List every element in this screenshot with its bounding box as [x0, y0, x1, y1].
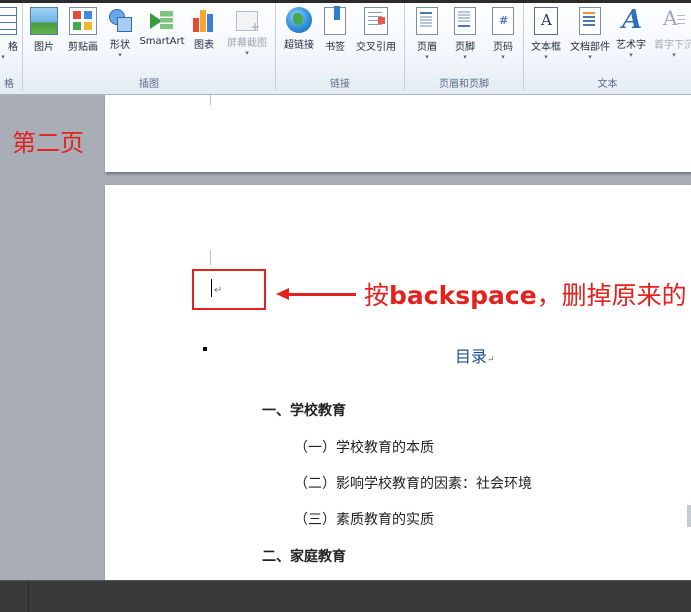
toc-entry[interactable]: 一、学校教育	[262, 400, 691, 420]
instruction-prefix: 按	[364, 281, 390, 310]
page-number-button[interactable]: 页码 ▾	[485, 7, 521, 61]
paragraph-mark: ↵	[487, 355, 495, 365]
previous-page[interactable]	[105, 95, 691, 172]
shapes-icon	[107, 7, 133, 33]
second-page-annotation: 第二页	[12, 129, 84, 157]
clipart-button[interactable]: 剪贴画	[63, 7, 103, 53]
table-button[interactable]: 格 ▾	[0, 7, 18, 61]
arrow-line	[288, 293, 356, 296]
dropdown-arrow-icon: ▾	[245, 49, 249, 57]
ribbon-group-table: 格 ▾ 格	[0, 3, 23, 91]
toc-entry-text: 二、家庭教育	[262, 546, 346, 566]
toc-entry[interactable]: 二、家庭教育	[262, 546, 691, 566]
toc-title-text: 目录	[455, 347, 488, 366]
page-number-icon	[492, 7, 514, 35]
table-icon	[0, 7, 17, 35]
dropdown-arrow-icon: ▾	[588, 53, 592, 61]
dropdown-arrow-icon: ▾	[1, 53, 5, 61]
toc-entry-text: 一、学校教育	[262, 400, 346, 420]
hyperlink-button[interactable]: 超链接	[278, 7, 320, 51]
group-label-illustrations: 插图	[139, 79, 159, 90]
cursor-highlight-box	[192, 269, 266, 310]
smartart-icon	[149, 7, 175, 33]
footer-button[interactable]: 页脚 ▾	[447, 7, 483, 61]
toc-entry[interactable]: （一）学校教育的本质	[294, 437, 691, 457]
dropdown-arrow-icon: ▾	[425, 53, 429, 61]
hyperlink-icon	[286, 7, 312, 33]
toc-title[interactable]: 目录↵	[455, 343, 495, 367]
status-bar	[0, 580, 691, 612]
drop-cap-button[interactable]: 首字下沉 ▾	[650, 6, 691, 59]
ribbon-group-header-footer: 页眉 ▾ 页脚 ▾ 页码 ▾ 页眉和页脚	[405, 3, 524, 91]
clipart-icon	[69, 7, 97, 35]
header-button[interactable]: 页眉 ▾	[409, 7, 445, 61]
header-icon	[416, 7, 438, 35]
toc-entry[interactable]: （二）影响学校教育的因素：社会环境	[294, 473, 691, 493]
quick-parts-button[interactable]: 文档部件 ▾	[567, 7, 613, 61]
ribbon-group-text: 文本框 ▾ 文档部件 ▾ 艺术字 ▾ 首字下沉 ▾ 文本	[524, 3, 691, 91]
dropdown-arrow-icon: ▾	[463, 53, 467, 61]
instruction-key: backspace	[389, 281, 537, 310]
document-area[interactable]: 第二页 ↵ 按backspace，删掉原来的 目录↵ 一、学校教育 （一）学校教…	[0, 95, 691, 580]
dropdown-arrow-icon: ▾	[672, 51, 676, 59]
toc-entry-text: （一）学校教育的本质	[294, 437, 434, 457]
screenshot-button[interactable]: 屏幕截图 ▾	[223, 7, 271, 57]
instruction-suffix: ，删掉原来的	[536, 281, 687, 310]
instruction-text: 按backspace，删掉原来的	[364, 276, 687, 312]
ribbon-group-links: 超链接 书签 交叉引用 链接	[276, 3, 405, 91]
smartart-button[interactable]: SmartArt	[137, 7, 187, 47]
toc-entry-text: （二）影响学校教育的因素：社会环境	[294, 473, 532, 493]
dropdown-arrow-icon: ▾	[629, 51, 633, 59]
group-label-header-footer: 页眉和页脚	[439, 79, 489, 90]
bookmark-button[interactable]: 书签	[320, 6, 350, 53]
chart-icon	[191, 7, 217, 33]
wordart-icon	[618, 5, 644, 35]
dropdown-arrow-icon: ▾	[118, 51, 122, 59]
margin-marker	[210, 250, 211, 265]
shapes-button[interactable]: 形状 ▾	[105, 7, 135, 59]
group-label-links: 链接	[330, 79, 350, 90]
chart-button[interactable]: 图表	[189, 7, 219, 51]
ribbon: 格 ▾ 格 图片 剪贴画 形状 ▾ SmartArt 图表 + 屏幕截图 ▾ 插…	[0, 0, 691, 95]
footer-icon	[454, 7, 476, 35]
drop-cap-icon	[661, 6, 687, 33]
picture-icon	[30, 7, 58, 35]
group-label-text: 文本	[597, 79, 618, 90]
paragraph-mark: ↵	[214, 285, 223, 296]
textbox-icon	[534, 7, 558, 35]
dropdown-arrow-icon: ▾	[544, 53, 548, 61]
scroll-edge	[687, 505, 691, 527]
textbox-button[interactable]: 文本框 ▾	[526, 7, 566, 61]
text-cursor	[211, 279, 212, 297]
quick-parts-icon	[579, 7, 601, 35]
bookmark-icon	[324, 6, 346, 35]
status-bar-divider	[28, 581, 29, 612]
picture-button[interactable]: 图片	[27, 7, 61, 53]
wordart-button[interactable]: 艺术字 ▾	[613, 5, 649, 59]
dropdown-arrow-icon: ▾	[501, 53, 505, 61]
group-label-table: 格	[4, 79, 14, 90]
bullet-dot	[203, 347, 207, 351]
screenshot-icon	[236, 11, 260, 34]
toc-entry[interactable]: （三）素质教育的实质	[294, 509, 691, 529]
cross-reference-button[interactable]: 交叉引用	[352, 7, 400, 53]
margin-marker	[210, 95, 211, 105]
toc-entry-text: （三）素质教育的实质	[294, 509, 434, 529]
ribbon-group-illustrations: 图片 剪贴画 形状 ▾ SmartArt 图表 屏幕截图 ▾	[23, 3, 276, 91]
cross-reference-icon	[364, 7, 388, 35]
